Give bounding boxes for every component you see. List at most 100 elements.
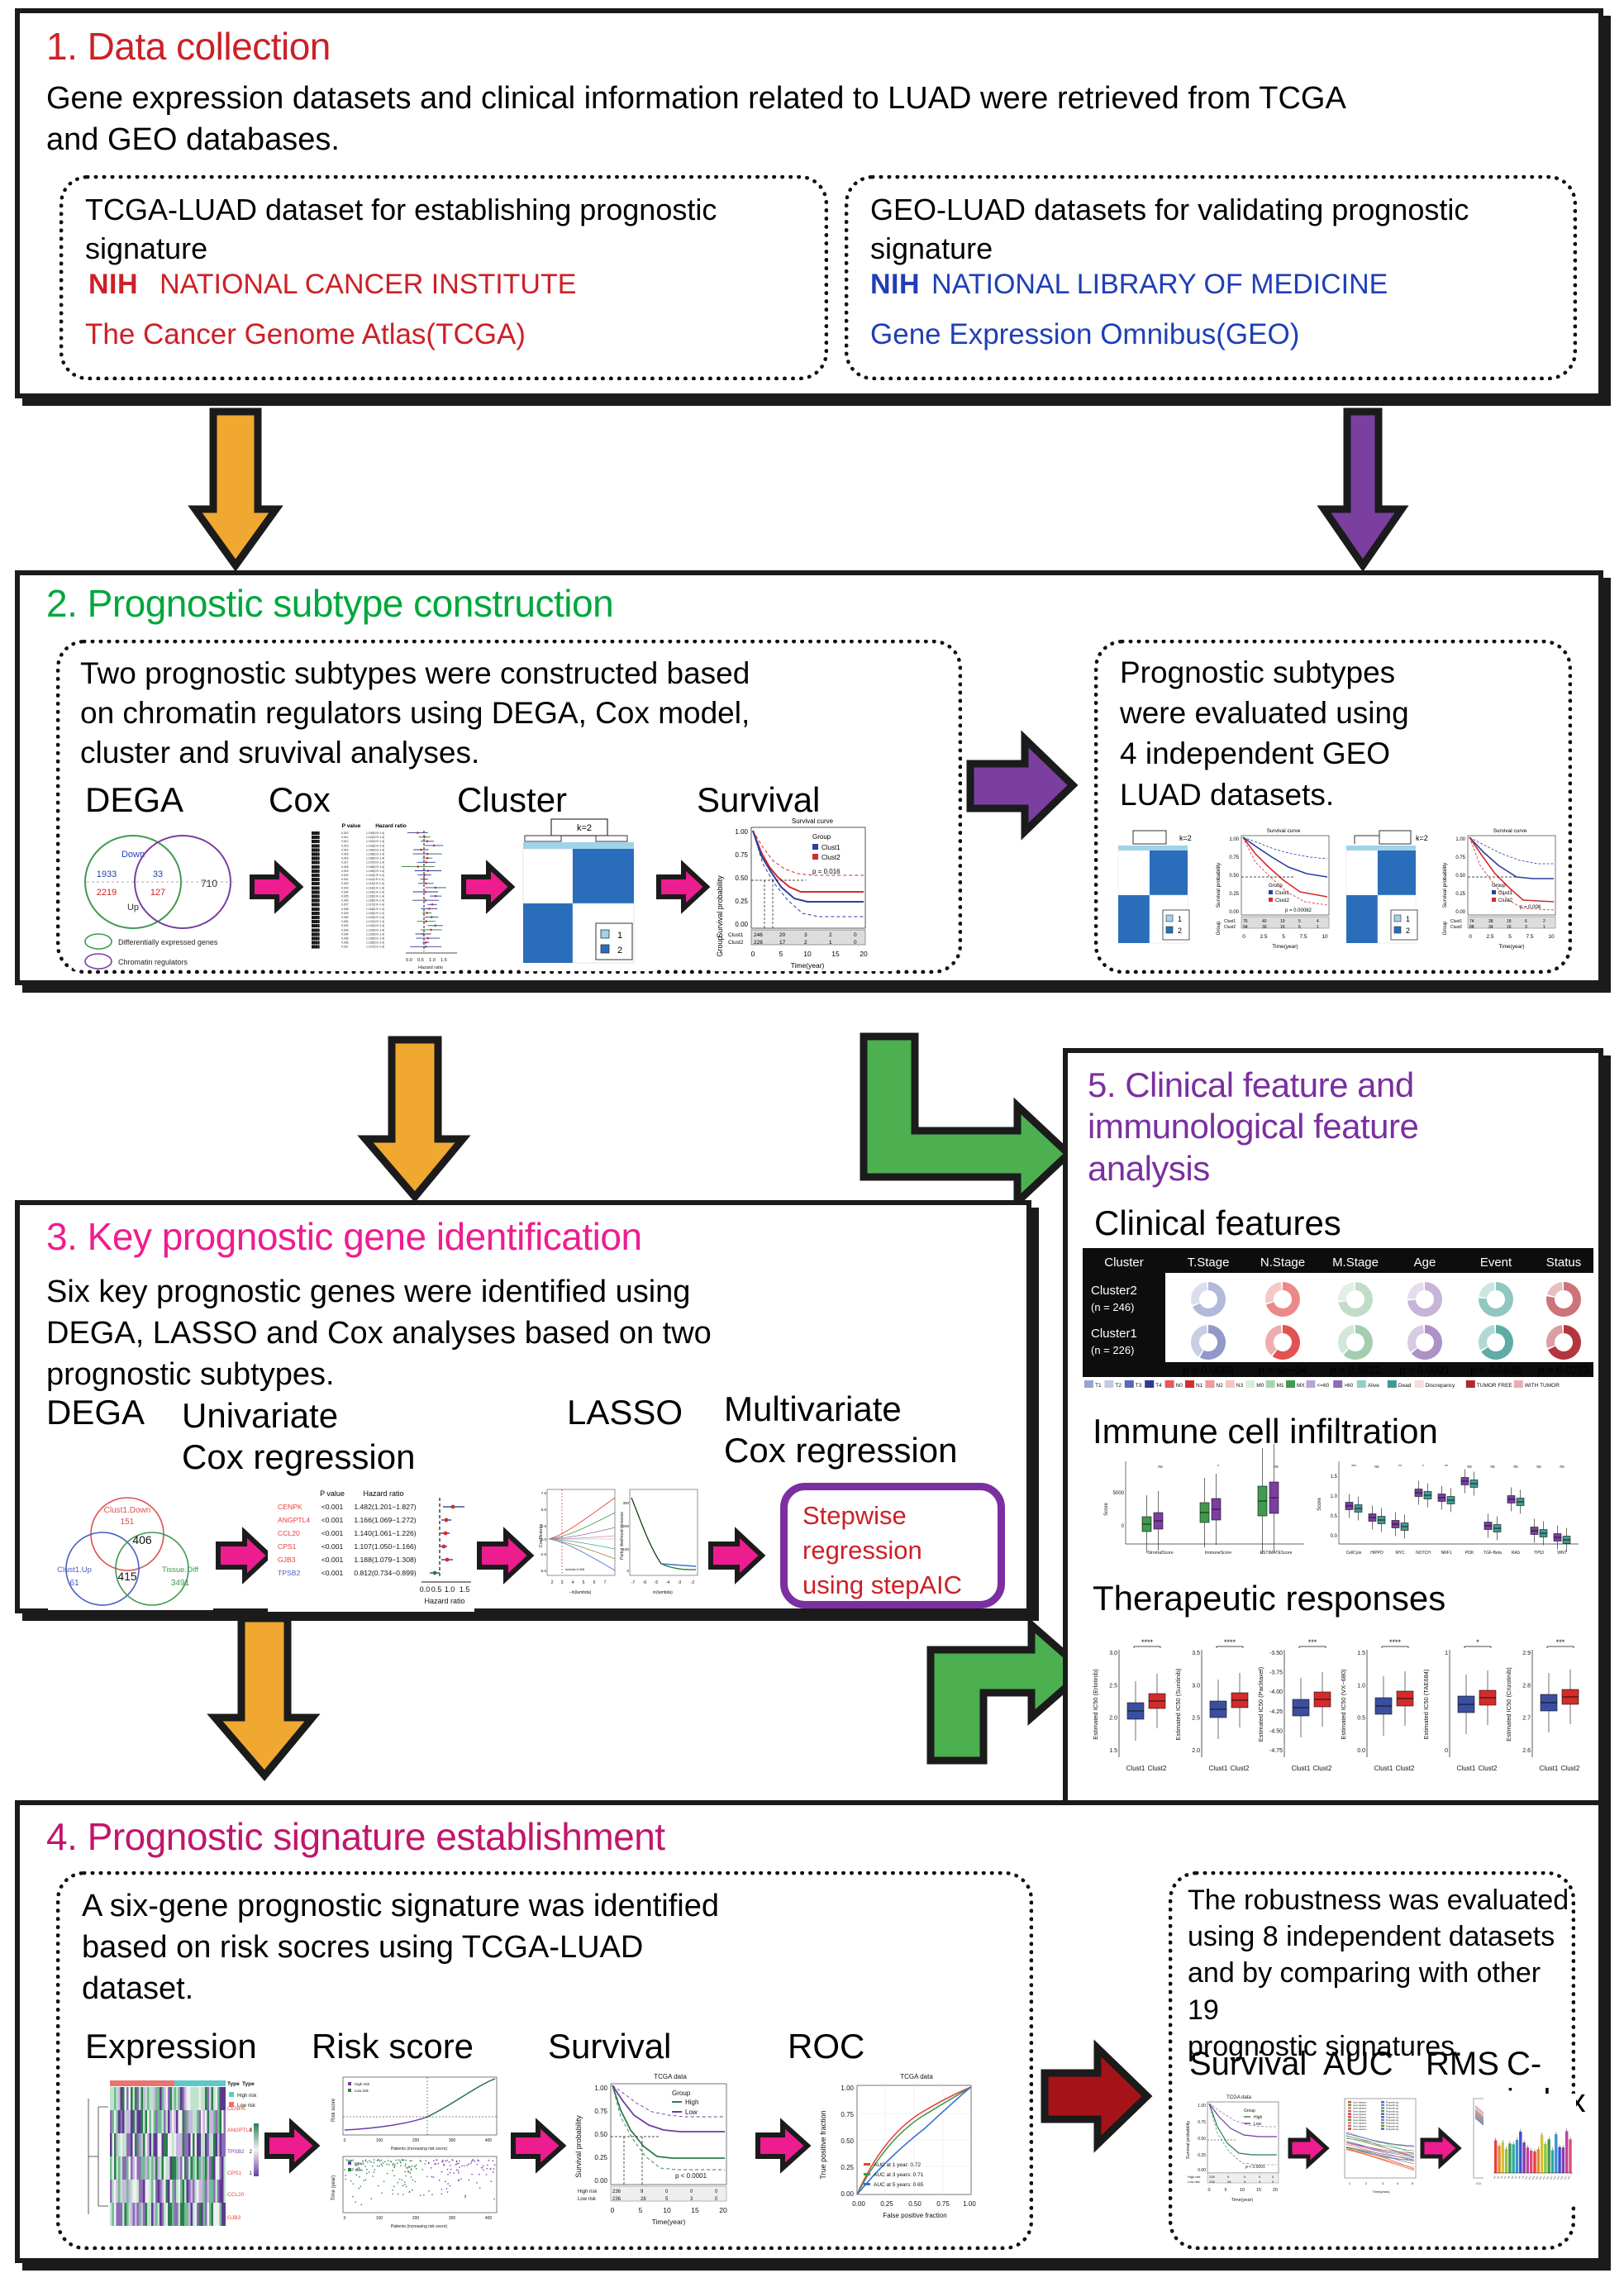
svg-text:7.5: 7.5 (1299, 934, 1307, 940)
svg-text:*: * (1476, 1638, 1479, 1646)
svg-text:7.5: 7.5 (1526, 934, 1533, 940)
svg-text:Low: Low (685, 2109, 698, 2116)
svg-text:2: 2 (1543, 919, 1545, 924)
svg-text:1.00: 1.00 (1229, 837, 1239, 842)
svg-text:0.50: 0.50 (594, 2131, 607, 2138)
svg-text:0.013: 0.013 (341, 844, 349, 847)
svg-text:0.010: 0.010 (341, 832, 349, 835)
svg-text:NOTCH: NOTCH (1416, 1551, 1431, 1556)
svg-text:2: 2 (804, 940, 807, 946)
svg-text:p = 0.5822: p = 0.5822 (1330, 1364, 1381, 1376)
svg-text:-2.5: -2.5 (540, 1552, 546, 1556)
stepaic-box: Stepwise regression using stepAIC (780, 1483, 1005, 1608)
svg-text:CPS1: CPS1 (278, 1542, 297, 1551)
therapeutic-responses-figure: Estimated IC50 (Erlotinib)1.52.02.53.0**… (1088, 1628, 1588, 1790)
svg-text:████: ████ (312, 835, 320, 840)
svg-text:Prognostic sig.: Prognostic sig. (1386, 2108, 1399, 2110)
svg-text:N3: N3 (1236, 1383, 1244, 1389)
svg-text:2: 2 (1178, 927, 1182, 935)
step-label-lasso-s3: LASSO (567, 1393, 683, 1432)
svg-text:p < 0.0001: p < 0.0001 (1245, 2165, 1265, 2170)
svg-text:-3.75: -3.75 (1269, 1670, 1283, 1676)
svg-text:Gene signature: Gene signature (1353, 2104, 1367, 2107)
svg-text:6: 6 (1525, 919, 1527, 924)
svg-text:1.112(0.9−1.4): 1.112(0.9−1.4) (366, 882, 384, 885)
svg-text:p = 0.008: p = 0.008 (1520, 905, 1541, 910)
svg-text:0.5: 0.5 (1357, 1716, 1365, 1722)
svg-text:-7: -7 (631, 1580, 636, 1585)
svg-text:ns: ns (1467, 1465, 1472, 1470)
svg-text:7.5: 7.5 (541, 1491, 547, 1495)
svg-text:████: ████ (312, 856, 320, 861)
svg-text:0.018: 0.018 (341, 865, 349, 869)
svg-text:0.25: 0.25 (880, 2200, 893, 2208)
geo-db-name: Gene Expression Omnibus(GEO) (870, 318, 1300, 350)
svg-text:1.126(0.9−1.4): 1.126(0.9−1.4) (366, 941, 384, 945)
robustness-survival-figure: TCGA data Survival probability 1.000.75 … (1184, 2092, 1285, 2208)
step-label-survival-s2: Survival (697, 780, 821, 819)
section-1-title: 1. Data collection (46, 25, 331, 68)
svg-text:5: 5 (1282, 934, 1285, 940)
svg-text:2.7: 2.7 (1522, 1716, 1531, 1722)
nci-name: NATIONAL CANCER INSTITUTE (160, 269, 577, 300)
svg-text:****: **** (1389, 1638, 1402, 1646)
svg-text:0.0: 0.0 (1476, 2181, 1481, 2185)
svg-text:0.011: 0.011 (341, 836, 348, 839)
dega-venn-figure-s3: Clust1.Down 151 Clust1.Up 61 Tissue.Diff… (48, 1494, 213, 1610)
svg-text:Prognostic sig.: Prognostic sig. (1386, 2113, 1399, 2116)
svg-text:0: 0 (1469, 934, 1472, 940)
svg-text:Survival probability: Survival probability (716, 875, 724, 938)
svg-text:0.031: 0.031 (341, 920, 349, 923)
svg-text:Discrepancy: Discrepancy (1426, 1383, 1456, 1389)
svg-text:Clust2: Clust2 (822, 854, 841, 861)
svg-text:Clust1: Clust1 (1498, 891, 1513, 896)
geo-panel: GEO-LUAD datasets for validating prognos… (845, 175, 1577, 380)
svg-text:████: ████ (312, 852, 320, 857)
geo-validation-panel: Prognostic subtypes were evaluated using… (1094, 640, 1572, 974)
svg-text:Hazard ratio: Hazard ratio (375, 823, 407, 829)
svg-text:0.00: 0.00 (1229, 910, 1239, 915)
pink-arrow-survival-to-roc-s4 (755, 2118, 812, 2174)
svg-text:Time(year): Time(year) (791, 961, 825, 970)
svg-text:3.0: 3.0 (1109, 1651, 1117, 1656)
svg-text:94: 94 (1243, 925, 1248, 930)
svg-text:1: 1 (829, 940, 832, 946)
svg-text:Clust2: Clust2 (1396, 1765, 1415, 1772)
svg-text:ANGPTL4: ANGPTL4 (227, 2128, 252, 2133)
svg-text:1: 1 (617, 931, 622, 941)
svg-text:Clust1: Clust1 (1540, 1765, 1559, 1772)
svg-text:Prognostic sig.: Prognostic sig. (1386, 2104, 1399, 2107)
stepaic-box-text: Stepwise regression using stepAIC (802, 1501, 962, 1599)
svg-text:400: 400 (485, 2216, 493, 2221)
svg-text:Prognostic sig.: Prognostic sig. (1386, 2102, 1399, 2104)
svg-text:406: 406 (132, 1533, 152, 1546)
pink-arrow-risk-to-survival-s4 (511, 2118, 567, 2174)
section-5-clinical-immunological: 5. Clinical feature and immunological fe… (1063, 1048, 1603, 1825)
clinical-features-figure: Cluster T.Stage N.Stage M.Stage Age Event S… (1083, 1248, 1593, 1394)
svg-text:<0.001: <0.001 (321, 1516, 344, 1524)
svg-text:0.5: 0.5 (417, 958, 424, 963)
nlm-name: NATIONAL LIBRARY OF MEDICINE (931, 269, 1388, 300)
svg-text:M.Stage: M.Stage (1332, 1256, 1379, 1270)
robustness-panel: The robustness was evaluated using 8 ind… (1169, 1871, 1586, 2250)
pink-arrow-cox-to-lasso-s3 (477, 1527, 535, 1584)
svg-text:3: 3 (804, 932, 807, 938)
svg-text:CellCyle: CellCyle (1346, 1551, 1362, 1556)
svg-text:Low: Low (1254, 2122, 1262, 2127)
svg-text:0.50: 0.50 (1198, 2137, 1206, 2142)
svg-text:20: 20 (1273, 2188, 1278, 2193)
svg-text:3: 3 (1525, 925, 1527, 930)
svg-text:20: 20 (860, 950, 868, 958)
dega-venn-figure-s2: Down 1933 2219 Up 33 127 710 Differentia… (74, 824, 252, 970)
svg-text:0.015: 0.015 (341, 853, 349, 856)
svg-text:3.0: 3.0 (1192, 1683, 1200, 1689)
svg-text:████: ████ (312, 885, 320, 890)
svg-text:1.114(0.9−1.4): 1.114(0.9−1.4) (366, 890, 384, 893)
svg-text:0: 0 (611, 2206, 615, 2214)
svg-text:Hazard ratio: Hazard ratio (424, 1597, 464, 1605)
svg-text:High risk: High risk (237, 2094, 257, 2099)
svg-text:1: 1 (1349, 2181, 1351, 2185)
svg-text:0.50: 0.50 (1455, 874, 1465, 879)
svg-text:Group: Group (716, 936, 724, 956)
svg-text:0: 0 (626, 1569, 629, 1573)
